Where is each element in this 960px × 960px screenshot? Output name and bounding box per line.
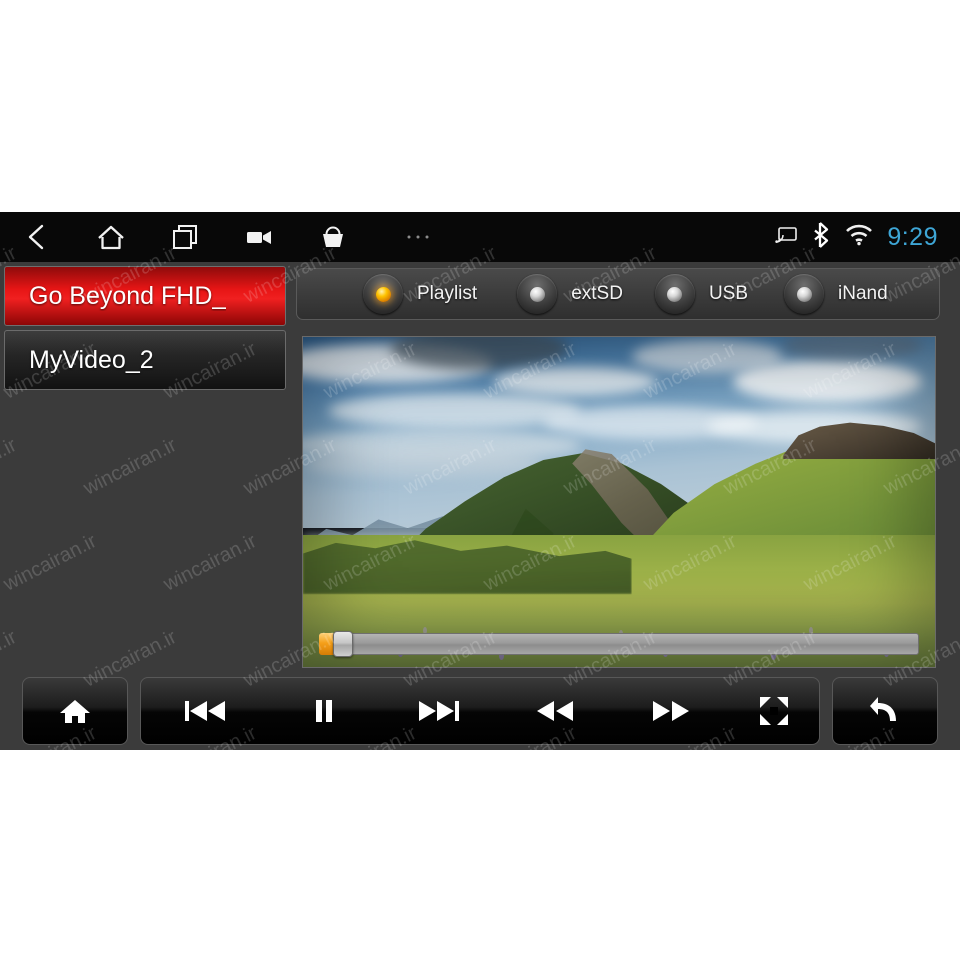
bluetooth-icon: [811, 221, 831, 253]
status-indicators: 9:29: [775, 212, 938, 262]
navigation-bar: [0, 212, 466, 262]
watermark-text: wincairan.ir: [640, 0, 741, 20]
radio-knob-icon: [517, 274, 558, 314]
watermark-text: wincairan.ir: [160, 914, 261, 960]
seek-track[interactable]: [319, 633, 919, 655]
led-indicator: [529, 286, 545, 302]
watermark-text: wincairan.ir: [800, 0, 901, 20]
device-screen: 9:29 Go Beyond FHD_ MyVideo_2 Playlist e…: [0, 212, 960, 750]
watermark-text: wincairan.ir: [720, 818, 821, 884]
source-option-playlist[interactable]: Playlist: [363, 274, 483, 314]
watermark-text: wincairan.ir: [320, 0, 421, 20]
watermark-text: wincairan.ir: [640, 914, 741, 960]
radio-knob-icon: [654, 274, 695, 314]
seek-thumb-handle[interactable]: [333, 631, 353, 657]
home-icon[interactable]: [74, 212, 148, 262]
player-control-bar: [0, 672, 960, 750]
source-label: USB: [708, 283, 749, 304]
radio-knob-icon: [784, 274, 825, 314]
previous-track-button[interactable]: [141, 677, 269, 745]
watermark-text: wincairan.ir: [160, 0, 261, 20]
watermark-text: wincairan.ir: [240, 818, 341, 884]
watermark-text: wincairan.ir: [800, 914, 901, 960]
watermark-text: wincairan.ir: [480, 914, 581, 960]
back-button[interactable]: [832, 677, 938, 745]
source-option-usb[interactable]: USB: [654, 274, 754, 314]
watermark-text: wincairan.ir: [0, 0, 101, 20]
watermark-text: wincairan.ir: [560, 50, 661, 116]
watermark-text: wincairan.ir: [720, 50, 821, 116]
recents-icon[interactable]: [148, 212, 222, 262]
android-status-bar: 9:29: [0, 212, 960, 262]
more-overflow-icon[interactable]: [370, 212, 466, 262]
video-camera-icon[interactable]: [222, 212, 296, 262]
led-indicator: [667, 286, 683, 302]
watermark-text: wincairan.ir: [640, 146, 741, 212]
watermark-text: wincairan.ir: [880, 50, 960, 116]
watermark-text: wincairan.ir: [480, 0, 581, 20]
source-selector-bar: Playlist extSD USB iNand: [296, 268, 940, 320]
watermark-text: wincairan.ir: [80, 50, 181, 116]
led-indicator: [375, 286, 391, 302]
wifi-icon: [845, 224, 873, 251]
led-indicator: [796, 286, 812, 302]
list-item[interactable]: MyVideo_2: [4, 330, 286, 390]
status-clock: 9:29: [887, 222, 938, 251]
rewind-button[interactable]: [498, 677, 614, 745]
basket-icon[interactable]: [296, 212, 370, 262]
pause-button[interactable]: [269, 677, 381, 745]
wildflowers: [303, 337, 935, 667]
next-track-button[interactable]: [380, 677, 498, 745]
source-option-extsd[interactable]: extSD: [517, 274, 629, 314]
watermark-text: wincairan.ir: [0, 818, 21, 884]
watermark-text: wincairan.ir: [800, 146, 901, 212]
playlist-item-label: Go Beyond FHD_: [29, 281, 227, 310]
watermark-text: wincairan.ir: [240, 50, 341, 116]
seek-slider[interactable]: [319, 631, 919, 657]
watermark-text: wincairan.ir: [80, 818, 181, 884]
source-label: extSD: [571, 283, 623, 304]
watermark-text: wincairan.ir: [400, 818, 501, 884]
transport-button-group: [140, 677, 820, 745]
watermark-text: wincairan.ir: [480, 146, 581, 212]
watermark-text: wincairan.ir: [320, 914, 421, 960]
back-icon[interactable]: [0, 212, 74, 262]
video-frame-content: [303, 337, 935, 667]
playlist-item-label: MyVideo_2: [29, 345, 154, 374]
watermark-text: wincairan.ir: [0, 50, 21, 116]
source-label: Playlist: [417, 283, 478, 304]
cast-icon: [775, 226, 798, 249]
watermark-text: wincairan.ir: [320, 146, 421, 212]
radio-knob-icon: [363, 274, 403, 314]
watermark-text: wincairan.ir: [0, 146, 101, 212]
list-item[interactable]: Go Beyond FHD_: [4, 266, 286, 326]
fullscreen-button[interactable]: [729, 677, 819, 745]
fast-forward-button[interactable]: [614, 677, 730, 745]
playlist-panel: Go Beyond FHD_ MyVideo_2: [0, 262, 290, 672]
watermark-text: wincairan.ir: [160, 146, 261, 212]
watermark-text: wincairan.ir: [880, 818, 960, 884]
source-option-inand[interactable]: iNand: [784, 274, 894, 314]
home-button[interactable]: [22, 677, 128, 745]
video-surface[interactable]: [302, 336, 936, 668]
source-label: iNand: [838, 283, 888, 304]
watermark-text: wincairan.ir: [400, 50, 501, 116]
watermark-text: wincairan.ir: [0, 914, 101, 960]
watermark-text: wincairan.ir: [560, 818, 661, 884]
